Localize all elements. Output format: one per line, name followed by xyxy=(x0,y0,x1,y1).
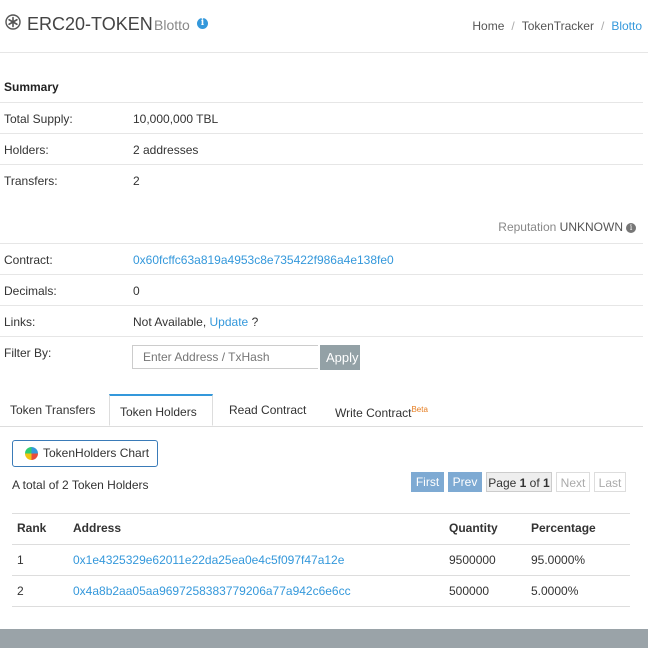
reputation-label: Reputation xyxy=(498,220,557,234)
tab-token-transfers[interactable]: Token Transfers xyxy=(0,394,105,426)
page-number: 1 xyxy=(519,476,527,490)
tab-write-contract-label: Write Contract xyxy=(335,406,412,420)
holders-label: Holders: xyxy=(4,143,49,157)
token-tabs: Token Transfers Token Holders Read Contr… xyxy=(0,394,643,427)
links-not-available: Not Available, xyxy=(133,315,207,329)
table-row: 1 0x1e4325329e62011e22da25ea0e4c5f097f47… xyxy=(12,544,630,576)
filter-address-input[interactable] xyxy=(132,345,318,369)
holders-row: Holders: 2 addresses xyxy=(0,133,643,165)
tokenholders-chart-label: TokenHolders Chart xyxy=(43,446,150,460)
table-row: 2 0x4a8b2aa05aa9697258383779206a77a942c6… xyxy=(12,575,630,607)
transfers-value: 2 xyxy=(133,174,140,188)
total-supply-label: Total Supply: xyxy=(4,112,73,126)
first-page-button[interactable]: First xyxy=(411,472,444,492)
page-prefix: Page xyxy=(488,476,517,490)
reputation: Reputation UNKNOWN i xyxy=(498,220,636,234)
decimals-row: Decimals: 0 xyxy=(0,274,643,306)
apply-filter-button[interactable]: Apply xyxy=(320,345,360,370)
holders-value: 2 addresses xyxy=(133,143,199,157)
decimals-label: Decimals: xyxy=(4,284,57,298)
reputation-value: UNKNOWN xyxy=(559,220,623,234)
quantity-cell: 500000 xyxy=(449,584,490,598)
rank-cell: 2 xyxy=(17,584,24,598)
info-icon[interactable]: i xyxy=(197,18,208,29)
tab-write-contract[interactable]: Write ContractBeta xyxy=(325,394,438,426)
filter-label: Filter By: xyxy=(4,346,52,360)
contract-address-link[interactable]: 0x60fcffc63a819a4953c8e735422f986a4e138f… xyxy=(133,253,394,267)
update-link[interactable]: Update xyxy=(210,315,249,329)
info-icon[interactable]: i xyxy=(626,222,636,233)
footer-bar xyxy=(0,629,648,648)
contract-label: Contract: xyxy=(4,253,53,267)
rank-cell: 1 xyxy=(17,553,24,567)
decimals-value: 0 xyxy=(133,284,140,298)
transfers-row: Transfers: 2 xyxy=(0,164,643,196)
total-supply-row: Total Supply: 10,000,000 TBL xyxy=(0,102,643,134)
breadcrumb: Home / TokenTracker / Blotto xyxy=(472,19,642,33)
col-quantity: Quantity xyxy=(449,521,498,535)
page-header: ERC20-TOKEN Blotto i Home / TokenTracker / B… xyxy=(0,0,648,53)
holders-table-header: Rank Address Quantity Percentage xyxy=(12,513,630,545)
beta-badge: Beta xyxy=(411,405,428,414)
prev-page-button[interactable]: Prev xyxy=(448,472,482,492)
col-address: Address xyxy=(73,521,122,535)
breadcrumb-home[interactable]: Home xyxy=(472,19,504,33)
links-row: Links: Not Available, Update ? xyxy=(0,305,643,337)
links-question: ? xyxy=(251,315,259,329)
token-logo-icon xyxy=(5,14,21,30)
page-of: of xyxy=(529,476,540,490)
total-supply-value: 10,000,000 TBL xyxy=(133,112,219,126)
transfers-label: Transfers: xyxy=(4,174,58,188)
col-percentage: Percentage xyxy=(531,521,596,535)
page-title: ERC20-TOKEN xyxy=(27,14,153,34)
tokenholders-chart-button[interactable]: TokenHolders Chart xyxy=(12,440,158,467)
links-label: Links: xyxy=(4,315,36,329)
contract-row: Contract: 0x60fcffc63a819a4953c8e735422f… xyxy=(0,243,643,275)
col-rank: Rank xyxy=(17,521,47,535)
percentage-cell: 5.0000% xyxy=(531,584,579,598)
links-value: Not Available, Update ? xyxy=(133,315,258,329)
percentage-cell: 95.0000% xyxy=(531,553,586,567)
total-holders-text: A total of 2 Token Holders xyxy=(12,478,149,492)
tab-token-holders[interactable]: Token Holders xyxy=(109,394,213,426)
next-page-button[interactable]: Next xyxy=(556,472,590,492)
summary-title: Summary xyxy=(4,80,59,94)
quantity-cell: 9500000 xyxy=(449,553,496,567)
breadcrumb-tokentracker[interactable]: TokenTracker xyxy=(522,19,594,33)
token-name: Blotto xyxy=(154,17,190,33)
pie-chart-icon xyxy=(25,447,38,460)
page-indicator: Page 1 of 1 xyxy=(486,472,552,492)
tab-read-contract[interactable]: Read Contract xyxy=(219,394,316,426)
breadcrumb-current[interactable]: Blotto xyxy=(611,19,642,33)
address-link[interactable]: 0x1e4325329e62011e22da25ea0e4c5f097f47a1… xyxy=(73,553,344,567)
page-total: 1 xyxy=(543,476,550,490)
last-page-button[interactable]: Last xyxy=(594,472,626,492)
address-link[interactable]: 0x4a8b2aa05aa9697258383779206a77a942c6e6… xyxy=(73,584,351,598)
